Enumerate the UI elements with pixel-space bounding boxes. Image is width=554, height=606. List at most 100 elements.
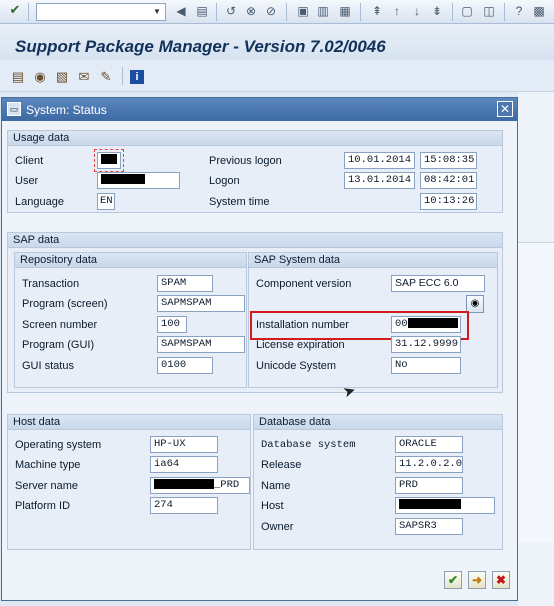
license-expiration-field: 31.12.9999 xyxy=(391,336,461,353)
gui-status-field: 0100 xyxy=(157,357,213,374)
first-page-icon[interactable]: ⇞ xyxy=(370,4,384,18)
logon-label: Logon xyxy=(209,175,240,187)
machine-type-field: ia64 xyxy=(150,456,218,473)
system-status-dialog: ▭ System: Status ✕ Usage data Client Use… xyxy=(1,97,518,601)
toolbar-separator xyxy=(360,3,361,21)
transaction-label: Transaction xyxy=(22,278,80,290)
server-name-suffix: _PRD xyxy=(214,479,240,491)
db-host-label: Host xyxy=(261,500,284,512)
enter-check-icon[interactable]: ✔ xyxy=(8,3,22,17)
group-title: Database data xyxy=(259,416,331,428)
machine-type-label: Machine type xyxy=(15,459,81,471)
close-icon[interactable]: ✕ xyxy=(497,101,513,117)
server-name-field: _PRD xyxy=(150,477,250,494)
client-label: Client xyxy=(15,155,44,167)
db-host-field xyxy=(395,497,495,514)
user-label: User xyxy=(15,175,39,187)
unicode-system-label: Unicode System xyxy=(256,360,337,372)
release-label: Release xyxy=(261,459,302,471)
background-area xyxy=(518,92,554,606)
next-arrow-icon[interactable]: ➜ xyxy=(468,571,486,589)
cancel-x-icon[interactable]: ✖ xyxy=(492,571,510,589)
page-title: Support Package Manager - Version 7.02/0… xyxy=(15,37,386,56)
program-gui-field: SAPMSPAM xyxy=(157,336,245,353)
confirm-icon[interactable]: ✎ xyxy=(98,69,114,85)
application-toolbar: ▤ ◉ ▧ ✉ ✎ i xyxy=(0,60,554,92)
title-bar: Support Package Manager - Version 7.02/0… xyxy=(0,24,554,60)
save-icon[interactable]: ▤ xyxy=(195,4,209,18)
release-field: 11.2.0.2.0 xyxy=(395,456,463,473)
back-icon[interactable]: ↺ xyxy=(224,4,238,18)
info-icon[interactable]: i xyxy=(130,70,144,84)
new-session-icon[interactable]: ▢ xyxy=(460,4,474,18)
toolbar-separator xyxy=(28,3,29,21)
language-label: Language xyxy=(15,196,64,208)
program-gui-label: Program (GUI) xyxy=(22,339,95,351)
usage-data-group: Usage data Client User Language EN Previ… xyxy=(7,130,503,213)
previous-page-icon[interactable]: ↑ xyxy=(390,4,404,18)
sap-data-group: SAP data Repository data Transaction SPA… xyxy=(7,232,503,393)
toolbar-separator xyxy=(504,3,505,21)
transaction-field: SPAM xyxy=(157,275,213,292)
host-data-group: Host data Operating system HP-UX Machine… xyxy=(7,414,251,550)
unicode-system-field: No xyxy=(391,357,461,374)
system-toolbar: ✔ ▼ ◀ ▤ ↺ ⊗ ⊘ ▣ ▥ ▦ ⇞ ↑ ↓ ⇟ ▢ ◫ ? ▩ xyxy=(0,0,554,24)
back-arrow-icon[interactable]: ◀ xyxy=(174,4,188,18)
cancel-icon[interactable]: ⊘ xyxy=(264,4,278,18)
toolbar-separator xyxy=(216,3,217,21)
screen-number-field: 100 xyxy=(157,316,187,333)
previous-logon-time: 15:08:35 xyxy=(420,152,477,169)
last-page-icon[interactable]: ⇟ xyxy=(430,4,444,18)
database-system-field: ORACLE xyxy=(395,436,463,453)
next-page-icon[interactable]: ↓ xyxy=(410,4,424,18)
redacted-value xyxy=(399,499,461,510)
screen-number-label: Screen number xyxy=(22,319,98,331)
display-icon[interactable]: ◉ xyxy=(32,69,48,85)
component-version-label: Component version xyxy=(256,278,352,290)
database-system-label: Database system xyxy=(261,439,356,451)
language-field: EN xyxy=(97,193,115,210)
redacted-value xyxy=(154,479,214,490)
user-field xyxy=(97,172,180,189)
dialog-header: ▭ System: Status ✕ xyxy=(2,98,517,121)
highlight-box xyxy=(94,149,124,172)
find-next-icon[interactable]: ▦ xyxy=(338,4,352,18)
sap-system-data-group: SAP System data Component version SAP EC… xyxy=(248,252,498,388)
log-icon[interactable]: ▧ xyxy=(54,69,70,85)
shortcut-icon[interactable]: ◫ xyxy=(482,4,496,18)
exit-icon[interactable]: ⊗ xyxy=(244,4,258,18)
server-name-label: Server name xyxy=(15,480,78,492)
previous-logon-date: 10.01.2014 xyxy=(344,152,415,169)
operating-system-label: Operating system xyxy=(15,439,102,451)
package-icon[interactable]: ✉ xyxy=(76,69,92,85)
db-name-label: Name xyxy=(261,480,291,492)
operating-system-field: HP-UX xyxy=(150,436,218,453)
group-title: Host data xyxy=(13,416,61,428)
layout-menu-icon[interactable]: ▩ xyxy=(532,4,546,18)
command-field[interactable]: ▼ xyxy=(36,3,166,21)
print-icon[interactable]: ▣ xyxy=(296,4,310,18)
owner-field: SAPSR3 xyxy=(395,518,463,535)
group-title: SAP data xyxy=(13,234,60,246)
license-expiration-label: License expiration xyxy=(256,339,345,351)
system-time-field: 10:13:26 xyxy=(420,193,477,210)
dialog-window-icon: ▭ xyxy=(7,102,21,116)
confirm-check-icon[interactable]: ✔ xyxy=(444,571,462,589)
group-title: Usage data xyxy=(13,132,70,144)
logon-time: 08:42:01 xyxy=(420,172,477,189)
chevron-down-icon[interactable]: ▼ xyxy=(151,5,163,19)
group-title: Repository data xyxy=(20,254,98,266)
import-queue-icon[interactable]: ▤ xyxy=(10,69,26,85)
group-title: SAP System data xyxy=(254,254,341,266)
gui-status-label: GUI status xyxy=(22,360,74,372)
toolbar-separator xyxy=(452,3,453,21)
logon-date: 13.01.2014 xyxy=(344,172,415,189)
program-screen-field: SAPMSPAM xyxy=(157,295,245,312)
command-input[interactable] xyxy=(37,4,149,20)
toolbar-separator xyxy=(122,67,123,85)
repository-data-group: Repository data Transaction SPAM Program… xyxy=(14,252,247,388)
find-icon[interactable]: ▥ xyxy=(316,4,330,18)
program-screen-label: Program (screen) xyxy=(22,298,108,310)
previous-logon-label: Previous logon xyxy=(209,155,282,167)
help-icon[interactable]: ? xyxy=(512,4,526,18)
